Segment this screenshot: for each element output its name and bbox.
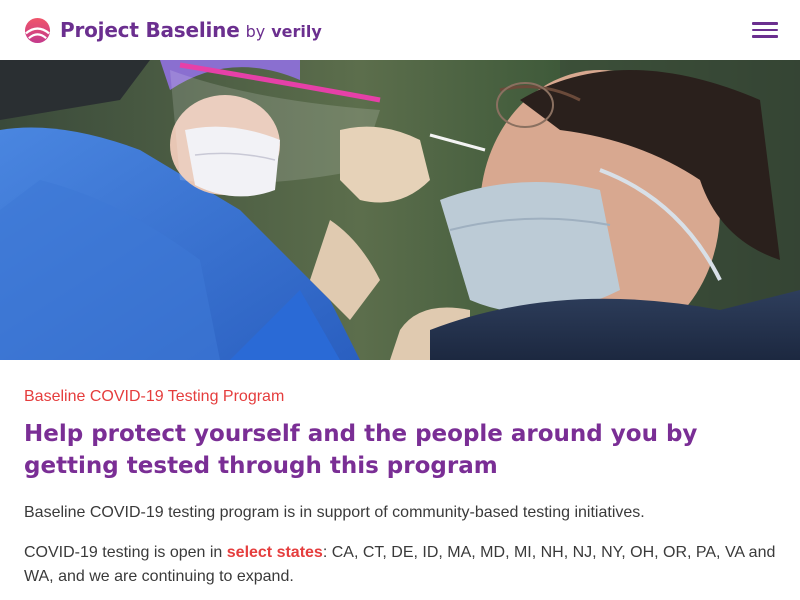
baseline-logo-icon (24, 17, 51, 43)
main-content: Baseline COVID-19 Testing Program Help p… (24, 388, 784, 600)
menu-bar (752, 22, 778, 25)
site-header: Project Baseline by verily (0, 0, 800, 60)
menu-bar (752, 35, 778, 38)
program-eyebrow: Baseline COVID-19 Testing Program (24, 388, 285, 405)
page-headline: Help protect yourself and the people aro… (24, 421, 698, 479)
menu-bar (752, 28, 778, 32)
brand-home-link[interactable]: Project Baseline by verily (24, 17, 322, 44)
hamburger-menu-icon[interactable] (752, 19, 778, 41)
select-states-link[interactable]: select states (227, 544, 323, 561)
brand-by: by (245, 22, 266, 41)
availability-prefix: COVID-19 testing is open in (24, 544, 227, 561)
brand-partner: verily (271, 22, 322, 41)
intro-text: Baseline COVID-19 testing program is in … (24, 504, 645, 521)
hero-image (0, 60, 800, 360)
availability-text: COVID-19 testing is open in select state… (24, 541, 784, 589)
covid-swab-test-photo (0, 60, 800, 360)
brand-name: Project Baseline (60, 18, 240, 42)
